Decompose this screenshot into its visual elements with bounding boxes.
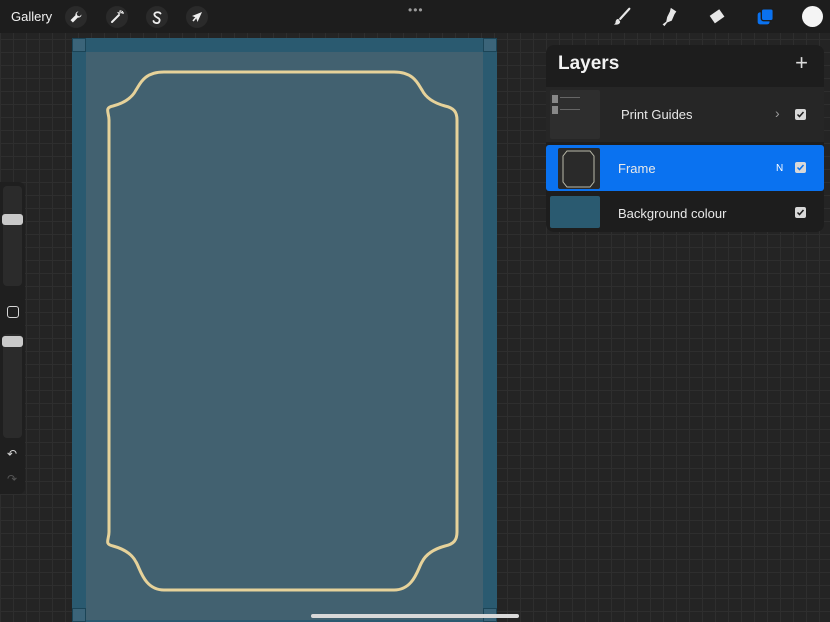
ornamental-frame: [106, 70, 459, 592]
layers-panel: Layers + Print Guides › Frame N Backgrou…: [546, 45, 824, 232]
top-toolbar: Gallery •••: [0, 0, 830, 33]
layer-background-colour[interactable]: Background colour: [546, 195, 824, 230]
arrow-cursor-icon[interactable]: [186, 6, 208, 28]
opacity-handle[interactable]: [2, 336, 23, 347]
layer-thumbnail: [550, 196, 600, 228]
brush-size-handle[interactable]: [2, 214, 23, 225]
smudge-icon[interactable]: [657, 5, 681, 29]
opacity-slider[interactable]: [2, 334, 23, 438]
layer-thumbnail: [558, 148, 600, 189]
blend-mode-button[interactable]: N: [776, 163, 783, 174]
layer-print-guides[interactable]: Print Guides ›: [546, 87, 824, 142]
color-swatch[interactable]: [802, 6, 823, 27]
wrench-icon[interactable]: [65, 6, 87, 28]
drawing-canvas[interactable]: [72, 38, 497, 622]
visibility-checkbox[interactable]: [795, 109, 806, 120]
undo-button[interactable]: ↶: [7, 447, 17, 461]
layers-title: Layers: [558, 53, 620, 74]
visibility-checkbox[interactable]: [795, 162, 806, 173]
visibility-checkbox[interactable]: [795, 207, 806, 218]
brush-size-slider[interactable]: [2, 186, 23, 286]
modify-button[interactable]: [7, 306, 19, 318]
add-layer-button[interactable]: +: [795, 50, 808, 76]
layers-icon[interactable]: [753, 5, 777, 29]
eraser-icon[interactable]: [704, 5, 728, 29]
brush-icon[interactable]: [610, 5, 634, 29]
home-indicator[interactable]: [311, 614, 519, 618]
layer-name: Print Guides: [621, 107, 693, 122]
chevron-right-icon[interactable]: ›: [775, 105, 780, 121]
layer-name: Frame: [618, 161, 656, 176]
selection-s-icon[interactable]: [146, 6, 168, 28]
layer-thumbnail: [550, 90, 600, 139]
magic-wand-icon[interactable]: [106, 6, 128, 28]
redo-button[interactable]: ↷: [7, 472, 17, 486]
gallery-button[interactable]: Gallery: [11, 9, 52, 24]
more-dots[interactable]: •••: [408, 3, 424, 17]
layer-frame[interactable]: Frame N: [546, 145, 824, 191]
left-sidebar: ↶ ↷: [0, 182, 25, 494]
layer-name: Background colour: [618, 206, 727, 221]
